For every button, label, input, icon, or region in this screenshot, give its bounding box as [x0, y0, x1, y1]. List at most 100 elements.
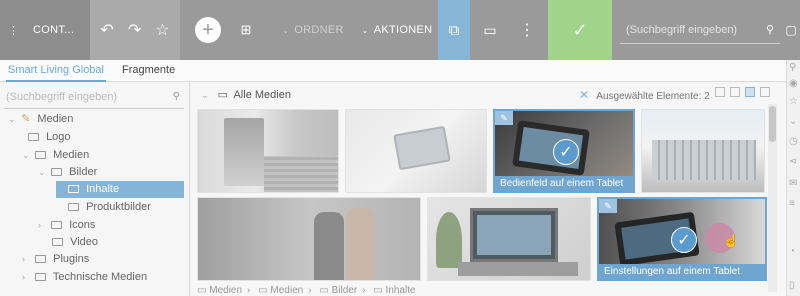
folder-icon: [35, 255, 47, 263]
folder-icon: [51, 221, 63, 229]
media-header: ⌄ ▭ Alle Medien ✕ Ausgewählte Elemente: …: [191, 83, 786, 105]
undo-icon[interactable]: ↶: [100, 20, 113, 40]
document-icon[interactable]: ▯: [789, 280, 795, 291]
media-tile-selected[interactable]: ✎ ✓ Bedienfeld auf einem Tablet: [493, 109, 635, 193]
bell-icon[interactable]: ◔: [789, 246, 795, 257]
mail-icon[interactable]: ✉: [789, 178, 797, 189]
tree-item-bilder[interactable]: ⌄ Bilder: [38, 164, 97, 181]
chevron-right-icon[interactable]: ›: [38, 217, 48, 234]
selection-count: Ausgewählte Elemente: 2: [596, 91, 710, 102]
media-browser: ⌄ ▭ Alle Medien ✕ Ausgewählte Elemente: …: [191, 83, 786, 296]
devices-icon: ▭: [483, 21, 497, 38]
breadcrumb-item[interactable]: Inhalte: [386, 285, 416, 296]
tree-item-label: Medien: [37, 113, 74, 125]
mouse-pointer-icon: ☝: [723, 233, 740, 248]
clear-selection-icon[interactable]: ✕: [579, 88, 589, 102]
tree-item-medien-root[interactable]: ⌄ ✎ Medien: [8, 111, 73, 128]
detail-view-icon[interactable]: [760, 87, 770, 97]
image-laptop: [470, 208, 558, 262]
media-tile[interactable]: [197, 109, 339, 193]
aktionen-menu[interactable]: ⌄ AKTIONEN: [358, 0, 436, 60]
chevron-down-icon[interactable]: ⌄: [22, 147, 32, 164]
tab-smart-living-global[interactable]: Smart Living Global: [6, 60, 106, 82]
tree-item-logo[interactable]: Logo: [28, 129, 71, 146]
folder-icon: [28, 133, 39, 141]
breadcrumb-item[interactable]: Bilder: [332, 285, 358, 296]
chevron-right-icon[interactable]: ›: [22, 251, 32, 268]
media-tile[interactable]: [197, 197, 421, 281]
tree-item-label: Technische Medien: [52, 271, 148, 283]
tree-item-label: Inhalte: [86, 183, 120, 195]
star-icon[interactable]: ☆: [789, 96, 798, 107]
tree-item-technische-medien[interactable]: › Technische Medien: [22, 269, 147, 286]
tab-fragmente[interactable]: Fragmente: [122, 60, 175, 82]
ordner-label: ORDNER: [294, 24, 344, 36]
search-icon[interactable]: ⚲: [766, 23, 774, 36]
tree-item-label: Video: [70, 236, 98, 248]
search-input[interactable]: (Suchbegriff eingeben): [626, 24, 737, 36]
more-button[interactable]: ⋮: [512, 0, 542, 60]
sidebar: (Suchbegriff eingeben) ⚲ ⌄ ✎ Medien Logo…: [0, 83, 190, 296]
image-person: [314, 212, 344, 280]
eye-icon[interactable]: ◉: [789, 78, 798, 89]
plus-icon: +: [195, 17, 221, 43]
media-scrollbar[interactable]: [768, 104, 777, 292]
tree-item-label: Bilder: [69, 166, 98, 178]
list-view-icon[interactable]: [715, 87, 725, 97]
chevron-down-icon[interactable]: ⌄: [789, 116, 797, 127]
clock-icon[interactable]: ◷: [789, 136, 798, 147]
chevron-down-icon[interactable]: ⌄: [8, 111, 18, 128]
responsive-preview-button[interactable]: ▭: [472, 0, 508, 60]
tile-caption: Bedienfeld auf einem Tablet: [495, 176, 633, 191]
drag-drop-button[interactable]: ⧉: [438, 0, 470, 60]
media-tile-selected[interactable]: ✎ ✓ ☝ Einstellungen auf einem Tablet: [597, 197, 767, 281]
tree-item-video[interactable]: Video: [52, 234, 98, 251]
redo-icon[interactable]: ↷: [128, 20, 141, 40]
breadcrumb-item[interactable]: Medien: [209, 285, 242, 296]
breadcrumb: ▭ Medien › ▭ Medien › ▭ Bilder › ▭ Inhalte: [191, 285, 768, 296]
folder-label: Alle Medien: [233, 89, 291, 101]
search-icon[interactable]: ⚲: [789, 62, 796, 73]
compact-view-icon[interactable]: [730, 87, 740, 97]
sidebar-search-input[interactable]: (Suchbegriff eingeben) ⚲: [4, 87, 184, 109]
tree-item-icons[interactable]: › Icons: [38, 217, 95, 234]
chevron-down-icon[interactable]: ⌄: [38, 164, 48, 181]
add-button[interactable]: +: [194, 0, 222, 60]
tree-item-label: Produktbilder: [86, 201, 151, 213]
grid-view-button[interactable]: ⊞: [236, 0, 256, 60]
selected-check-icon[interactable]: ✓: [671, 227, 697, 253]
selected-check-icon[interactable]: ✓: [553, 139, 579, 165]
pencil-icon[interactable]: ✎: [599, 199, 617, 213]
chevron-right-icon[interactable]: ›: [22, 269, 32, 286]
tile-view-icon[interactable]: [745, 87, 755, 97]
folder-icon: [35, 151, 47, 159]
tree-item-label: Logo: [46, 131, 71, 143]
tree-item-inhalte[interactable]: Inhalte: [56, 181, 184, 198]
star-icon[interactable]: ☆: [155, 20, 169, 40]
ordner-menu[interactable]: ⌄ ORDNER: [278, 0, 348, 60]
app-switcher[interactable]: ⋮ CONT...: [0, 0, 90, 60]
list-icon[interactable]: ≡: [789, 198, 795, 209]
media-tile[interactable]: [641, 109, 765, 193]
tree-item-produktbilder[interactable]: Produktbilder: [68, 199, 151, 216]
view-switcher: [715, 87, 770, 97]
scrollbar-thumb[interactable]: [769, 106, 776, 142]
chevron-down-icon: ⌄: [282, 25, 290, 35]
image-building: [652, 140, 756, 180]
tree-item-medien[interactable]: ⌄ Medien: [22, 147, 89, 164]
pencil-icon[interactable]: ✎: [495, 111, 513, 125]
folder-icon: [35, 273, 47, 281]
grid-icon: ⊞: [240, 22, 252, 37]
chat-button[interactable]: ▢: [782, 0, 800, 60]
breadcrumb-item[interactable]: Medien: [270, 285, 303, 296]
confirm-button[interactable]: ✓: [548, 0, 612, 60]
share-icon[interactable]: ⋖: [789, 156, 797, 167]
media-tile[interactable]: [345, 109, 487, 193]
folder-selector[interactable]: ⌄ ▭ Alle Medien: [201, 88, 291, 101]
chevron-down-icon: ⌄: [361, 25, 369, 35]
tree-item-plugins[interactable]: › Plugins: [22, 251, 89, 268]
pencil-icon: ✎: [21, 113, 31, 125]
search-icon[interactable]: ⚲: [173, 87, 180, 107]
global-search[interactable]: (Suchbegriff eingeben) ⚲: [620, 16, 780, 44]
media-tile[interactable]: [427, 197, 591, 281]
